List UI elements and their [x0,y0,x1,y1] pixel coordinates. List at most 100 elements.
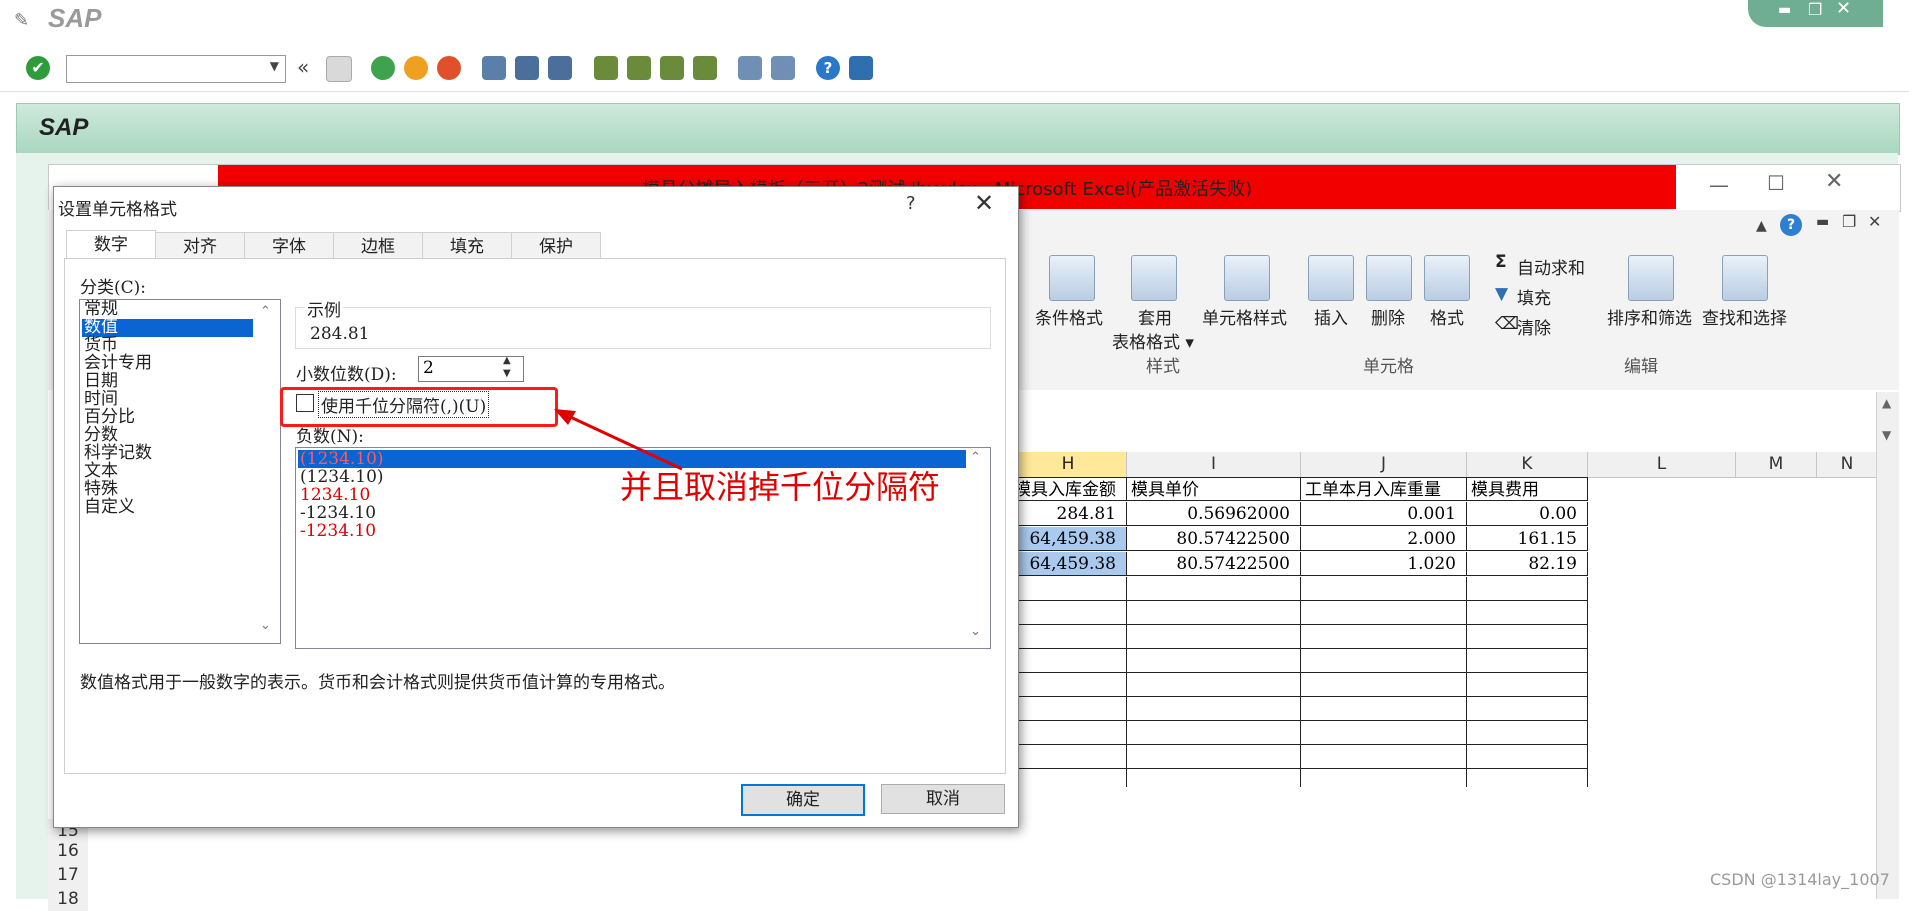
chevron-down-icon[interactable]: ⌄ [970,624,981,639]
list-item[interactable]: 日期 [84,372,118,390]
fill-label[interactable]: 填充 [1517,284,1551,309]
list-item[interactable]: 会计专用 [84,354,152,372]
header-cell-amount[interactable]: 模具入库金额 [1010,477,1127,501]
close-icon[interactable]: ✕ [1836,0,1851,19]
excel-window-max-icon[interactable]: ☐ [1767,171,1785,195]
minimize-icon[interactable]: ▬ [1778,2,1791,18]
new-session-icon[interactable] [738,56,762,80]
print-icon[interactable] [482,56,506,80]
back-icon[interactable] [371,56,395,80]
col-header-M[interactable]: M [1736,452,1817,478]
exit-icon[interactable] [404,56,428,80]
cancel-icon[interactable] [437,56,461,80]
format-label[interactable]: 格式 [1430,304,1464,329]
tab-border[interactable]: 边框 [333,232,423,261]
find-select-icon[interactable] [1722,255,1768,301]
previous-page-icon[interactable] [627,56,651,80]
clear-icon[interactable]: ⌫ [1495,314,1519,334]
table-cell[interactable]: 0.001 [1301,502,1467,526]
chevron-down-icon[interactable]: ▼ [270,59,279,73]
conditional-format-label[interactable]: 条件格式 [1035,304,1103,329]
restore-icon[interactable]: ❐ [1808,0,1822,19]
table-format-label-1[interactable]: 套用 [1138,304,1172,329]
list-item[interactable]: 常规 [84,300,118,318]
layout-menu-icon[interactable] [849,56,873,80]
list-item[interactable]: 特殊 [84,480,118,498]
category-list[interactable]: 常规 数值 货币 会计专用 日期 时间 百分比 分数 科学记数 文本 特殊 自定… [79,299,281,644]
col-header-N[interactable]: N [1817,452,1878,478]
next-page-icon[interactable] [660,56,684,80]
list-item[interactable]: 分数 [84,426,118,444]
last-page-icon[interactable] [693,56,717,80]
table-cell[interactable]: 82.19 [1467,552,1588,576]
table-cell[interactable]: 0.56962000 [1127,502,1301,526]
tab-alignment[interactable]: 对齐 [155,232,245,261]
cell-style-icon[interactable] [1224,255,1270,301]
ribbon-help-icon[interactable]: ? [1780,214,1802,236]
ribbon-close-icon[interactable]: ✕ [1868,212,1881,231]
col-header-L[interactable]: L [1588,452,1736,478]
list-item[interactable]: 百分比 [84,408,135,426]
list-item[interactable]: (1234.10) [300,468,384,486]
tab-font[interactable]: 字体 [244,232,334,261]
table-cell[interactable]: 64,459.38 [1010,552,1127,576]
stepper-down-icon[interactable]: ▼ [503,368,511,379]
enter-icon[interactable]: ✔ [26,56,50,80]
excel-window-min-icon[interactable]: — [1709,173,1729,197]
ribbon-collapse-icon[interactable]: ▲ [1756,218,1767,234]
list-item[interactable]: 1234.10 [300,486,370,504]
delete-label[interactable]: 删除 [1371,304,1405,329]
table-cell[interactable]: 161.15 [1467,527,1588,551]
sap-menu-icon[interactable]: ✎ [14,10,29,31]
decimals-value[interactable]: 2 [423,358,434,378]
conditional-format-icon[interactable] [1049,255,1095,301]
list-item[interactable]: 货币 [84,336,118,354]
col-header-K[interactable]: K [1467,452,1588,478]
header-cell-price[interactable]: 模具单价 [1127,477,1301,501]
list-item[interactable]: (1234.10) [300,450,384,468]
tab-protection[interactable]: 保护 [511,232,601,261]
list-item[interactable]: 数值 [84,318,118,336]
scroll-down-icon[interactable]: ▼ [1882,428,1891,442]
list-item[interactable]: 文本 [84,462,118,480]
vertical-scrollbar[interactable]: ▲ ▼ [1876,392,1899,899]
autosum-icon[interactable]: Σ [1495,252,1507,272]
double-left-icon[interactable]: « [297,55,309,79]
dialog-help-button[interactable]: ? [906,193,916,214]
fill-icon[interactable]: ▼ [1495,284,1508,304]
cancel-button[interactable]: 取消 [881,784,1005,814]
find-select-label[interactable]: 查找和选择 [1702,304,1787,329]
stepper-up-icon[interactable]: ▲ [503,355,511,366]
table-cell[interactable]: 80.57422500 [1127,527,1301,551]
save-icon[interactable] [326,56,352,82]
table-cell[interactable]: 64,459.38 [1010,527,1127,551]
row-number[interactable]: 17 [48,863,88,887]
list-item[interactable]: -1234.10 [300,504,376,522]
command-field[interactable]: ▼ [66,55,286,83]
find-icon[interactable] [515,56,539,80]
table-format-label-2[interactable]: 表格格式 ▾ [1112,328,1194,353]
list-item[interactable]: 自定义 [84,498,135,516]
dialog-close-icon[interactable]: ✕ [974,189,994,217]
excel-window-close-icon[interactable]: ✕ [1825,169,1843,194]
insert-cells-icon[interactable] [1308,255,1354,301]
autosum-label[interactable]: 自动求和 [1517,254,1585,279]
help-icon[interactable]: ? [816,56,840,80]
list-item[interactable]: 科学记数 [84,444,152,462]
clear-label[interactable]: 清除 [1517,314,1551,339]
sort-filter-icon[interactable] [1628,255,1674,301]
table-cell[interactable]: 0.00 [1467,502,1588,526]
header-cell-cost[interactable]: 模具费用 [1467,477,1588,501]
ok-button[interactable]: 确定 [741,784,865,816]
first-page-icon[interactable] [594,56,618,80]
table-cell[interactable]: 284.81 [1010,502,1127,526]
col-header-J[interactable]: J [1301,452,1467,478]
row-number[interactable]: 18 [48,887,88,911]
delete-cells-icon[interactable] [1366,255,1412,301]
header-cell-weight[interactable]: 工单本月入库重量 [1301,477,1467,501]
find-next-icon[interactable] [548,56,572,80]
format-cells-icon[interactable] [1424,255,1470,301]
col-header-H[interactable]: H [1010,452,1127,478]
table-format-icon[interactable] [1131,255,1177,301]
scroll-up-icon[interactable]: ▲ [1882,396,1891,410]
